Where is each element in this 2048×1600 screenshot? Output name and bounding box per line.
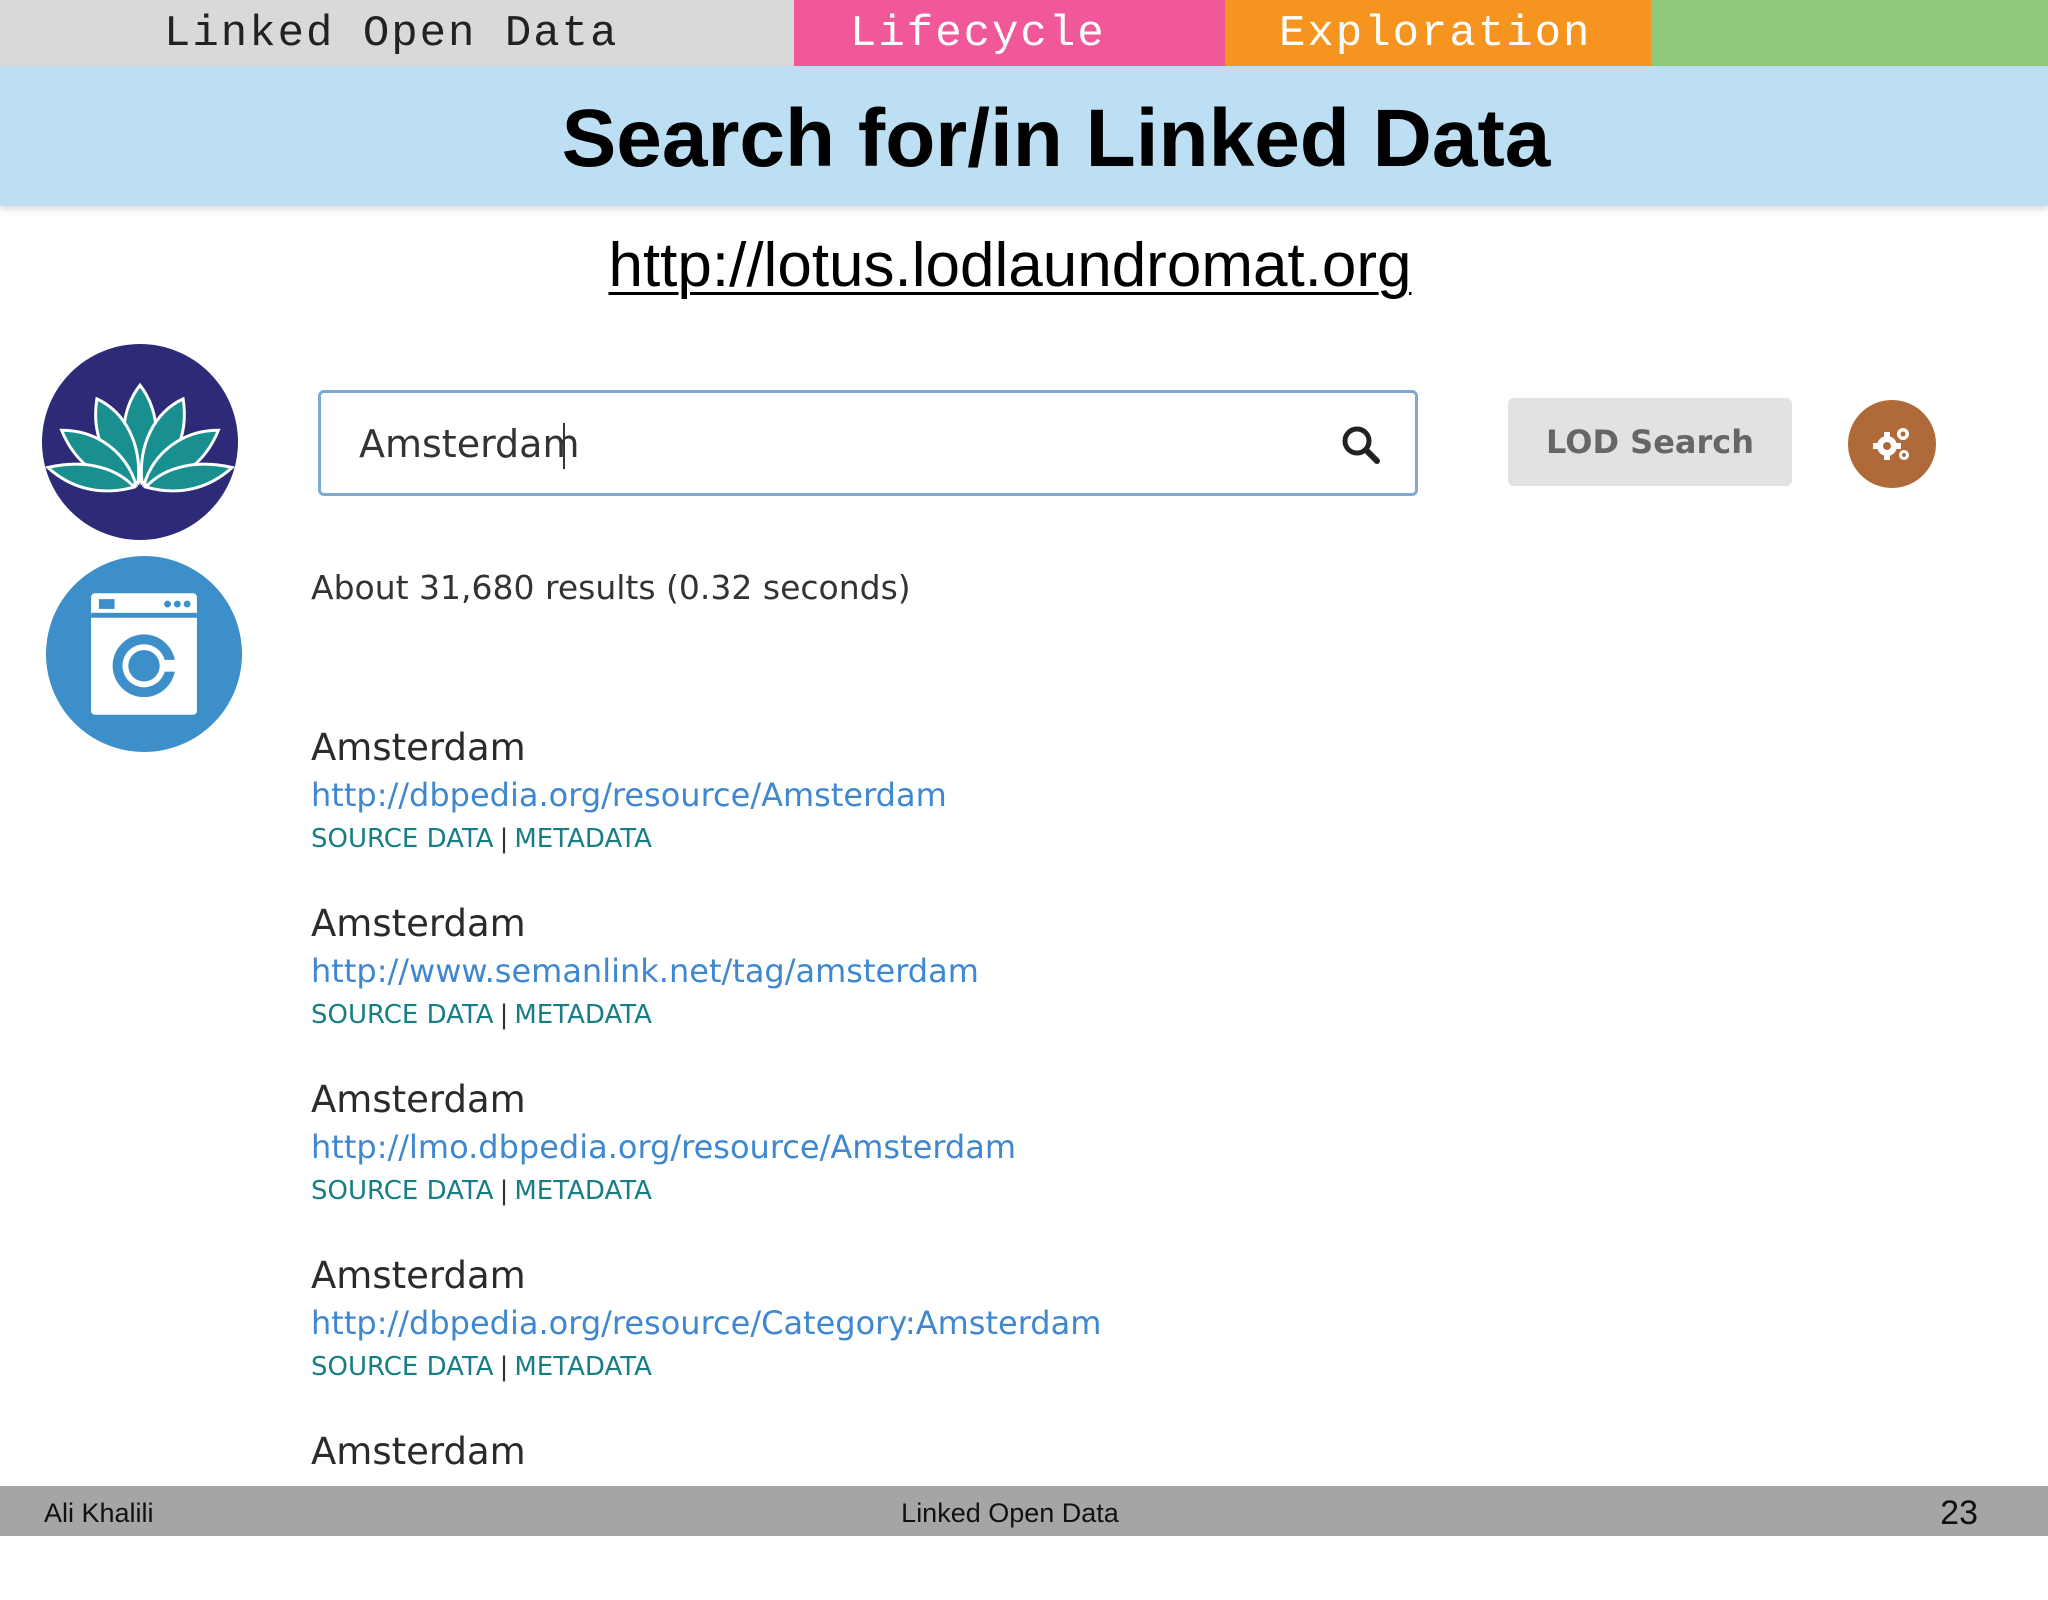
separator: | <box>499 824 509 854</box>
separator: | <box>499 1000 509 1030</box>
result-url-link[interactable]: http://dbpedia.org/resource/Category:Ams… <box>311 1298 1101 1348</box>
source-data-link[interactable]: SOURCE DATA <box>311 1176 494 1206</box>
result-item: Amsterdam http://dbpedia.org/resource/Ca… <box>311 1248 1911 1424</box>
result-url-link[interactable]: http://www.semanlink.net/tag/amsterdam <box>311 946 979 996</box>
slide-title: Search for/in Linked Data <box>561 93 1551 184</box>
search-box[interactable] <box>318 390 1418 496</box>
lotus-logo-icon <box>42 344 238 540</box>
result-title: Amsterdam <box>311 1254 526 1297</box>
source-data-link[interactable]: SOURCE DATA <box>311 1352 494 1382</box>
tab-linked-open-data: Linked Open Data <box>0 0 794 66</box>
metadata-link[interactable]: METADATA <box>514 1000 652 1030</box>
slide-footer: Ali Khalili Linked Open Data 23 <box>0 1486 2048 1536</box>
washing-machine-logo-icon <box>46 556 242 752</box>
result-title: Amsterdam <box>311 902 526 945</box>
section-tab-bar: Linked Open Data Lifecycle Exploration <box>0 0 2048 66</box>
text-caret <box>563 423 565 469</box>
gears-icon <box>1873 428 1909 460</box>
tab-empty <box>1651 0 2048 66</box>
result-actions: SOURCE DATA | METADATA <box>311 1346 652 1388</box>
result-item: Amsterdam http://lmo.dbpedia.org/resourc… <box>311 1072 1911 1248</box>
result-count: About 31,680 results (0.32 seconds) <box>311 568 911 607</box>
result-url-link[interactable]: http://lmo.dbpedia.org/resource/Amsterda… <box>311 1122 1016 1172</box>
result-actions: SOURCE DATA | METADATA <box>311 818 652 860</box>
metadata-link[interactable]: METADATA <box>514 824 652 854</box>
footer-title: Linked Open Data <box>901 1498 1119 1528</box>
result-item: Amsterdam http://www.semanlink.net/tag/a… <box>311 896 1911 1072</box>
magnifier-icon[interactable] <box>1341 425 1381 465</box>
result-item: Amsterdam http://dbpedia.org/resource/Am… <box>311 720 1911 896</box>
results-list: Amsterdam http://dbpedia.org/resource/Am… <box>311 720 1911 1600</box>
title-band: Search for/in Linked Data <box>0 66 2048 206</box>
tab-lifecycle: Lifecycle <box>794 0 1225 66</box>
result-title: Amsterdam <box>311 726 526 769</box>
site-url-link[interactable]: http://lotus.lodlaundromat.org <box>0 228 2020 304</box>
search-input[interactable] <box>359 411 1319 477</box>
result-actions: SOURCE DATA | METADATA <box>311 994 652 1036</box>
lod-search-button[interactable]: LOD Search <box>1508 398 1792 486</box>
metadata-link[interactable]: METADATA <box>514 1352 652 1382</box>
result-title: Amsterdam <box>311 1078 526 1121</box>
metadata-link[interactable]: METADATA <box>514 1176 652 1206</box>
separator: | <box>499 1352 509 1382</box>
tab-exploration: Exploration <box>1225 0 1651 66</box>
source-data-link[interactable]: SOURCE DATA <box>311 1000 494 1030</box>
result-url-link[interactable]: http://dbpedia.org/resource/Amsterdam <box>311 770 947 820</box>
page-number: 23 <box>1940 1494 1978 1532</box>
result-actions: SOURCE DATA | METADATA <box>311 1170 652 1212</box>
result-title: Amsterdam <box>311 1430 526 1473</box>
separator: | <box>499 1176 509 1206</box>
source-data-link[interactable]: SOURCE DATA <box>311 824 494 854</box>
settings-button[interactable] <box>1848 400 1936 488</box>
